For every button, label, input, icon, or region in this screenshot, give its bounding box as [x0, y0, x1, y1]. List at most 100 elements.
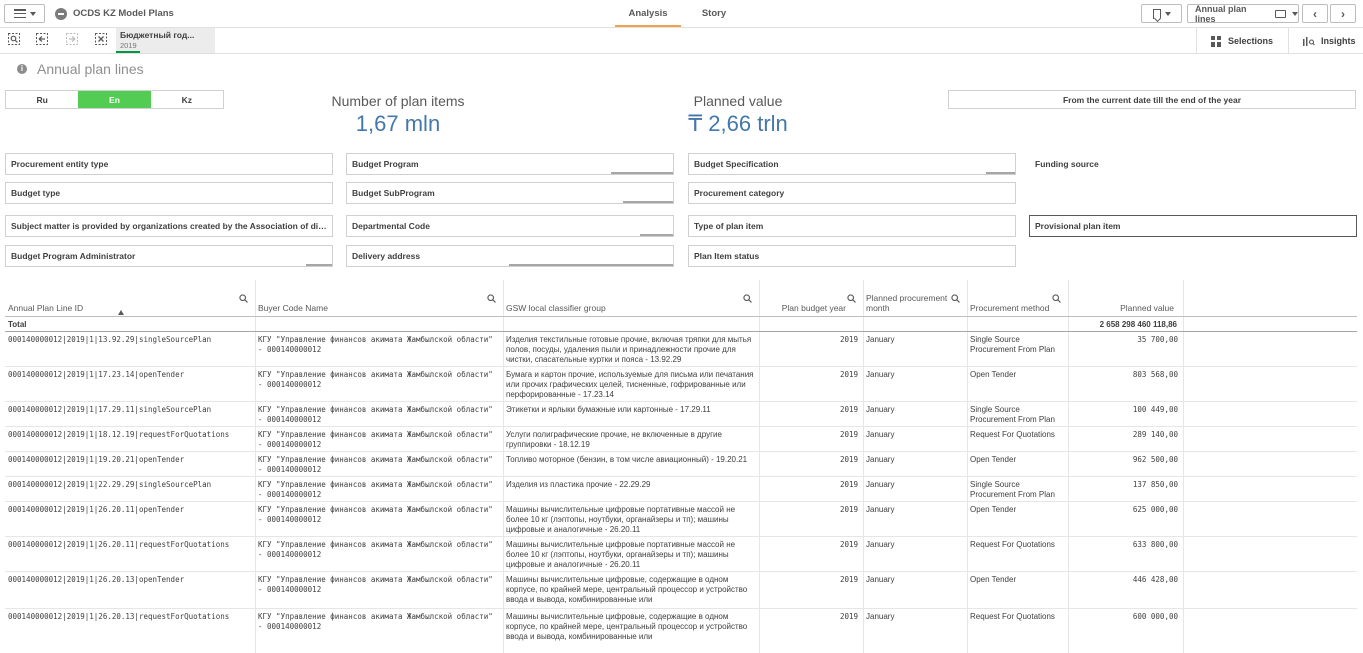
table-row[interactable]: 000140000012|2019|1|22.29.29|singleSourc…	[5, 477, 1357, 502]
tab-story[interactable]: Story	[690, 8, 738, 19]
filter-procurement-entity-type[interactable]: Procurement entity type	[5, 153, 333, 175]
cell-planned-value: 962 500,00	[1132, 455, 1178, 464]
cell-plan-budget-year: 2019	[839, 540, 858, 549]
sheet-title: Annual plan lines	[37, 61, 144, 77]
total-label: Total	[8, 320, 27, 329]
filter-budget-program[interactable]: Budget Program	[346, 153, 674, 175]
filter-budget-type[interactable]: Budget type	[5, 182, 333, 204]
bookmark-icon	[1152, 8, 1161, 19]
cell-annual-plan-line-id: 000140000012|2019|1|13.92.29|singleSourc…	[8, 335, 212, 344]
total-value: 2 658 298 460 118,86	[1099, 320, 1177, 329]
cell-plan-budget-year: 2019	[839, 405, 858, 414]
search-icon[interactable]	[847, 294, 856, 303]
global-menu-button[interactable]	[4, 4, 45, 23]
chevron-left-icon: ‹	[1313, 6, 1317, 21]
kpi-planned-value[interactable]: Planned value ₸ 2,66 trln	[638, 93, 838, 137]
search-icon[interactable]	[1052, 294, 1061, 303]
kpi-number-of-plan-items[interactable]: Number of plan items 1,67 mln	[298, 93, 498, 137]
table-row[interactable]: 000140000012|2019|1|17.23.14|openTender К…	[5, 367, 1357, 402]
selection-chip-value: 2019	[120, 41, 137, 50]
selection-chip-title: Бюджетный год...	[120, 30, 195, 40]
kpi-value: ₸ 2,66 trln	[688, 111, 788, 136]
language-button-ru[interactable]: Ru	[6, 91, 78, 108]
language-button-kz[interactable]: Kz	[151, 91, 223, 108]
filter-departmental-code[interactable]: Departmental Code	[346, 215, 674, 237]
previous-sheet-button[interactable]: ‹	[1302, 4, 1328, 23]
filter-budget-specification[interactable]: Budget Specification	[688, 153, 1016, 175]
step-forward-icon[interactable]	[65, 33, 79, 47]
cell-plan-budget-year: 2019	[839, 612, 858, 621]
filter-label: Budget SubProgram	[352, 188, 435, 198]
cell-procurement-method: Open Tender	[970, 505, 1017, 514]
column-header-procurement-method[interactable]: Procurement method	[970, 280, 1051, 316]
table-row[interactable]: 000140000012|2019|1|26.20.11|requestForQ…	[5, 537, 1357, 572]
smart-search-icon[interactable]	[7, 33, 21, 47]
filter-budget-subprogram[interactable]: Budget SubProgram	[346, 182, 674, 204]
cell-procurement-method: Open Tender	[970, 370, 1017, 379]
filter-budget-program-administrator[interactable]: Budget Program Administrator	[5, 245, 333, 267]
filter-association-of-disabled[interactable]: Subject matter is provided by organizati…	[5, 215, 333, 237]
filter-label: Procurement entity type	[11, 159, 109, 169]
clear-all-icon[interactable]	[94, 33, 108, 47]
filter-label: Budget type	[11, 188, 61, 198]
table-row[interactable]: 000140000012|2019|1|18.12.19|requestForQ…	[5, 427, 1357, 452]
column-header-planned-value[interactable]: Planned value	[1071, 280, 1174, 316]
tab-analysis[interactable]: Analysis	[616, 8, 680, 19]
column-header-gsw-local-classifier-group[interactable]: GSW local classifier group	[506, 280, 742, 316]
cell-buyer-code-name: КГУ "Управление финансов акимата Жамбылс…	[258, 612, 493, 631]
filter-type-of-plan-item[interactable]: Type of plan item	[688, 215, 1016, 237]
filter-bar	[509, 264, 673, 266]
next-sheet-button[interactable]: ›	[1330, 4, 1356, 23]
cell-planned-procurement-month: January	[866, 540, 895, 549]
cell-planned-value: 633 800,00	[1132, 540, 1178, 549]
cell-buyer-code-name: КГУ "Управление финансов акимата Жамбылс…	[258, 505, 493, 524]
insights-button[interactable]: Insights	[1288, 28, 1363, 54]
table-row[interactable]: 000140000012|2019|1|26.20.13|requestForQ…	[5, 609, 1357, 653]
table-row[interactable]: 000140000012|2019|1|26.20.11|openTender К…	[5, 502, 1357, 537]
search-icon[interactable]	[239, 294, 248, 303]
filter-procurement-category[interactable]: Procurement category	[688, 182, 1016, 204]
cell-procurement-method: Single Source Procurement From Plan	[970, 335, 1055, 354]
filter-provisional-plan-item[interactable]: Provisional plan item	[1029, 215, 1357, 237]
search-icon[interactable]	[743, 294, 752, 303]
step-back-icon[interactable]	[35, 33, 49, 47]
filter-label: Budget Specification	[694, 159, 779, 169]
search-icon[interactable]	[951, 294, 960, 303]
sort-ascending-icon[interactable]	[118, 310, 124, 315]
table-row[interactable]: 000140000012|2019|1|26.20.13|openTender К…	[5, 572, 1357, 609]
cell-buyer-code-name: КГУ "Управление финансов акимата Жамбылс…	[258, 575, 493, 594]
cell-annual-plan-line-id: 000140000012|2019|1|19.20.21|openTender	[8, 455, 185, 464]
table-row[interactable]: 000140000012|2019|1|17.29.11|singleSourc…	[5, 402, 1357, 427]
filter-label: Provisional plan item	[1035, 221, 1121, 231]
language-button-en[interactable]: En	[78, 91, 151, 108]
selections-button[interactable]: Selections	[1196, 28, 1288, 54]
filter-plan-item-status[interactable]: Plan Item status	[688, 245, 1016, 267]
filter-bar	[986, 172, 1015, 174]
filter-delivery-address[interactable]: Delivery address	[346, 245, 674, 267]
cell-planned-procurement-month: January	[866, 405, 895, 414]
table-row[interactable]: 000140000012|2019|1|19.20.21|openTender К…	[5, 452, 1357, 477]
active-tab-indicator	[615, 25, 681, 27]
cell-planned-procurement-month: January	[866, 370, 895, 379]
date-range-filter-button[interactable]: From the current date till the end of th…	[948, 90, 1356, 109]
column-header-plan-budget-year[interactable]: Plan budget year	[762, 280, 846, 316]
insights-label: Insights	[1321, 36, 1356, 46]
info-icon[interactable]: i	[17, 64, 27, 74]
column-header-buyer-code-name[interactable]: Buyer Code Name	[258, 280, 486, 316]
table-row[interactable]: 000140000012|2019|1|13.92.29|singleSourc…	[5, 332, 1357, 367]
cell-annual-plan-line-id: 000140000012|2019|1|26.20.11|requestForQ…	[8, 540, 230, 549]
cell-gsw-local-classifier-group: Услуги полиграфические прочие, не включе…	[506, 430, 722, 449]
filter-funding-source[interactable]: Funding source	[1029, 153, 1357, 175]
search-icon[interactable]	[487, 294, 496, 303]
cell-plan-budget-year: 2019	[839, 505, 858, 514]
cell-planned-procurement-month: January	[866, 335, 895, 344]
column-header-planned-procurement-month[interactable]: Planned procurement month	[866, 280, 950, 316]
cell-planned-procurement-month: January	[866, 480, 895, 489]
sheet-title-bar: i Annual plan lines	[17, 61, 144, 77]
monitor-icon	[1275, 9, 1286, 18]
cell-buyer-code-name: КГУ "Управление финансов акимата Жамбылс…	[258, 480, 493, 499]
selection-chip-budget-year[interactable]: Бюджетный год... 2019	[116, 28, 215, 53]
cell-planned-procurement-month: January	[866, 455, 895, 464]
bookmarks-button[interactable]	[1141, 4, 1182, 23]
sheet-selector-button[interactable]: Annual plan lines	[1187, 4, 1299, 24]
